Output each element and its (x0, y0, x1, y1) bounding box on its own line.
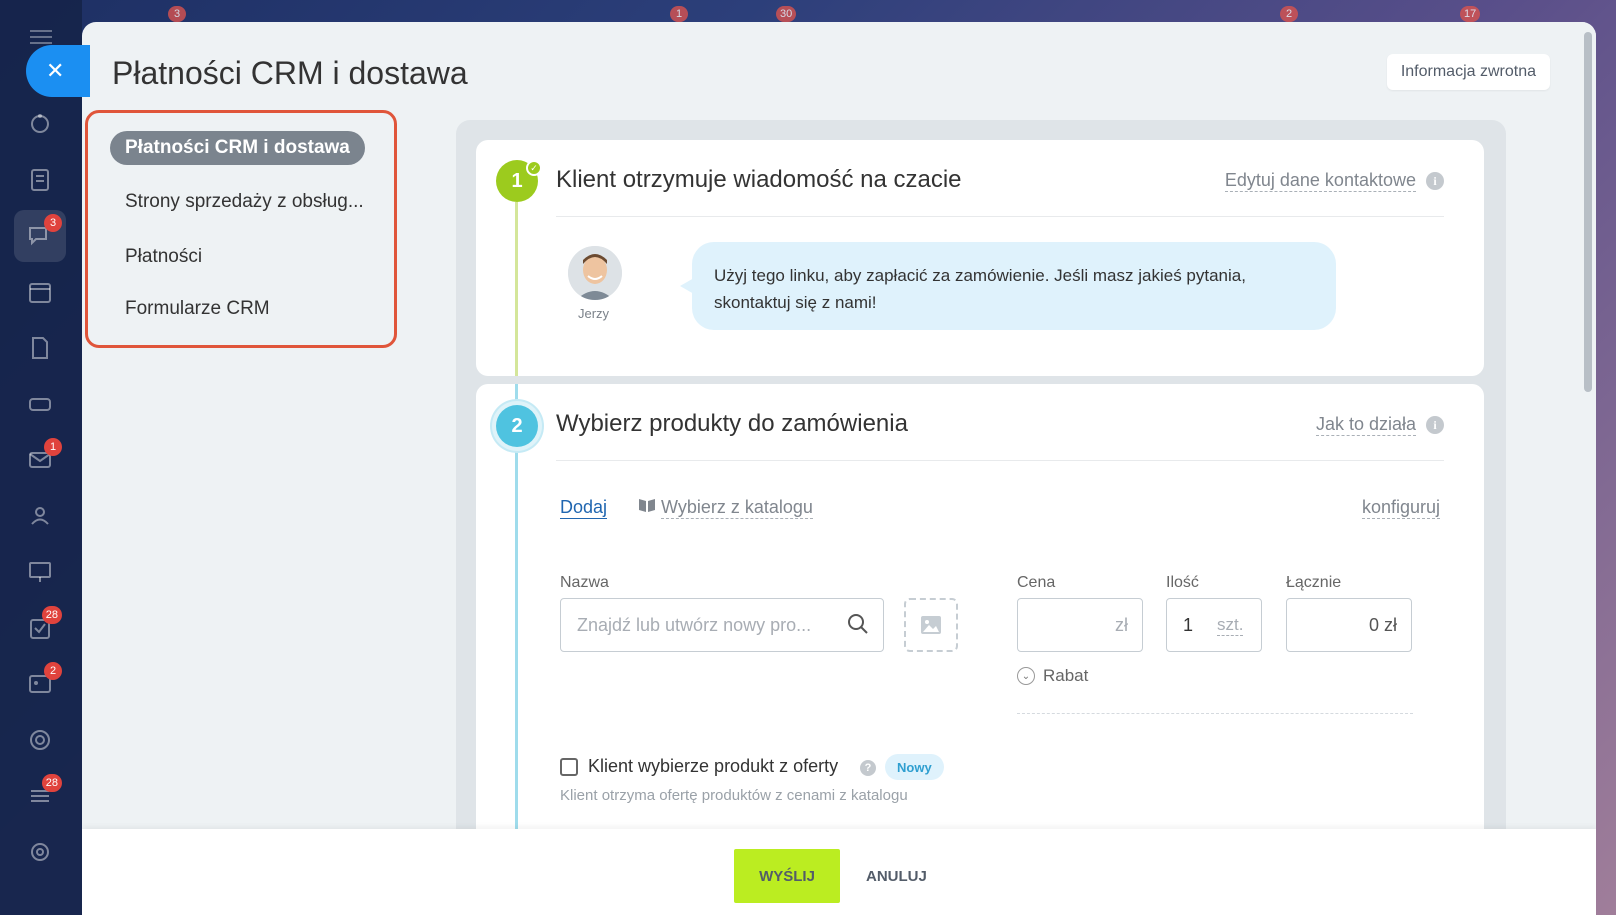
menu-item-crm-payments[interactable]: Płatności CRM i dostawa (110, 131, 365, 165)
close-slider-button[interactable]: ✕ (26, 45, 90, 97)
rail-badge: 3 (44, 214, 62, 232)
menu-item-payments[interactable]: Płatności (110, 240, 217, 274)
select-from-catalog-link[interactable]: Wybierz z katalogu (661, 496, 813, 519)
send-button[interactable]: WYŚLIJ (734, 849, 840, 903)
feedback-button[interactable]: Informacja zwrotna (1386, 54, 1550, 90)
page-title: Płatności CRM i dostawa (112, 55, 468, 91)
menu-item-sales-pages[interactable]: Strony sprzedaży z obsług... (110, 185, 379, 219)
menu-item-crm-forms[interactable]: Formularze CRM (110, 292, 285, 326)
footer-bar: WYŚLIJ ANULUJ (82, 829, 1596, 915)
rail-badge: 2 (44, 662, 62, 680)
close-icon: ✕ (46, 58, 65, 83)
discount-toggle[interactable]: ⌄ Rabat (1017, 666, 1088, 686)
scrollbar[interactable] (1580, 22, 1596, 915)
document-icon (32, 337, 48, 359)
board-icon (29, 562, 51, 582)
rail-item-list[interactable]: 28 (14, 770, 66, 822)
divider (556, 460, 1444, 461)
timeline-line (515, 202, 518, 376)
price-input[interactable]: zł (1017, 598, 1143, 652)
rail-item-board[interactable] (14, 546, 66, 598)
rail-item-chat[interactable]: 3 (14, 210, 66, 262)
top-badge: 3 (168, 6, 186, 22)
product-image-upload[interactable] (904, 598, 958, 652)
info-icon[interactable]: i (1426, 416, 1444, 434)
image-icon (921, 616, 941, 634)
step1-title: Klient otrzymuje wiadomość na czacie (556, 166, 962, 193)
top-badge: 30 (776, 6, 797, 22)
price-label: Cena (1017, 574, 1056, 591)
rail-badge: 28 (41, 774, 62, 792)
top-badge: 2 (1280, 6, 1298, 22)
offer-checkbox[interactable] (560, 758, 578, 776)
drive-icon (29, 398, 51, 411)
app-sidebar: 3 1 28 2 28 (0, 0, 82, 915)
feed-icon (31, 169, 49, 191)
top-badge: 1 (670, 6, 688, 22)
how-it-works-link[interactable]: Jak to działa (1315, 413, 1416, 436)
rail-item-tasks[interactable]: 28 (14, 602, 66, 654)
chat-message: Użyj tego linku, aby zapłacić za zamówie… (680, 242, 1336, 330)
help-icon[interactable]: ? (860, 760, 876, 776)
product-search-placeholder: Znajdź lub utwórz nowy pro... (577, 614, 812, 635)
total-label: Łącznie (1286, 574, 1342, 591)
cancel-button[interactable]: ANULUJ (858, 849, 935, 903)
chevron-down-icon: ⌄ (1017, 667, 1035, 685)
search-icon[interactable] (847, 613, 869, 635)
price-currency: zł (1115, 614, 1128, 635)
book-icon (638, 496, 656, 519)
rail-item-calendar[interactable] (14, 266, 66, 318)
rail-badge: 28 (41, 606, 62, 624)
total-input: 0 zł (1286, 598, 1412, 652)
step1-card: 1 ✓ Klient otrzymuje wiadomość na czacie… (476, 140, 1484, 376)
rail-item-document[interactable] (14, 322, 66, 374)
rail-item-robot[interactable] (14, 98, 66, 150)
offer-checkbox-label[interactable]: Klient wybierze produkt z oferty (588, 756, 838, 777)
info-icon[interactable]: i (1426, 172, 1444, 190)
rail-item-settings[interactable] (14, 826, 66, 878)
target-icon (30, 730, 50, 750)
top-badge: 17 (1460, 6, 1481, 22)
avatar (568, 246, 622, 300)
rail-item-feed[interactable] (14, 154, 66, 206)
edit-contact-link[interactable]: Edytuj dane kontaktowe (1224, 169, 1416, 192)
slider-panel: Płatności CRM i dostawa Informacja zwrot… (82, 22, 1596, 915)
offer-hint: Klient otrzyma ofertę produktów z cenami… (560, 787, 908, 804)
discount-label: Rabat (1043, 666, 1089, 685)
divider (556, 216, 1444, 217)
quantity-value: 1 (1183, 614, 1194, 635)
new-badge: Nowy (885, 754, 944, 780)
menu-icon[interactable] (30, 30, 52, 44)
step2-title: Wybierz produkty do zamówienia (556, 410, 908, 437)
quantity-unit[interactable]: szt. (1217, 615, 1244, 636)
calendar-icon (29, 283, 51, 303)
contacts-icon (31, 507, 49, 525)
rail-item-mail[interactable]: 1 (14, 434, 66, 486)
total-value: 0 zł (1368, 614, 1397, 635)
add-product-link[interactable]: Dodaj (560, 496, 608, 519)
rail-badge: 1 (44, 438, 62, 456)
product-search-input[interactable]: Znajdź lub utwórz nowy pro... (560, 598, 884, 652)
avatar-name: Jerzy (578, 306, 610, 321)
quantity-input[interactable]: 1 szt. (1166, 598, 1262, 652)
divider (1017, 713, 1413, 714)
timeline-line (515, 384, 518, 406)
step2-number: 2 (496, 405, 538, 447)
check-icon: ✓ (526, 160, 542, 176)
main-content: 1 ✓ Klient otrzymuje wiadomość na czacie… (456, 120, 1506, 915)
robot-icon (31, 114, 49, 133)
rail-item-target[interactable] (14, 714, 66, 766)
quantity-label: Ilość (1166, 574, 1199, 591)
name-label: Nazwa (560, 574, 609, 591)
rail-item-contacts[interactable] (14, 490, 66, 542)
rail-item-crm[interactable]: 2 (14, 658, 66, 710)
rail-item-drive[interactable] (14, 378, 66, 430)
settings-icon (31, 843, 49, 861)
configure-link[interactable]: konfiguruj (1361, 496, 1440, 519)
